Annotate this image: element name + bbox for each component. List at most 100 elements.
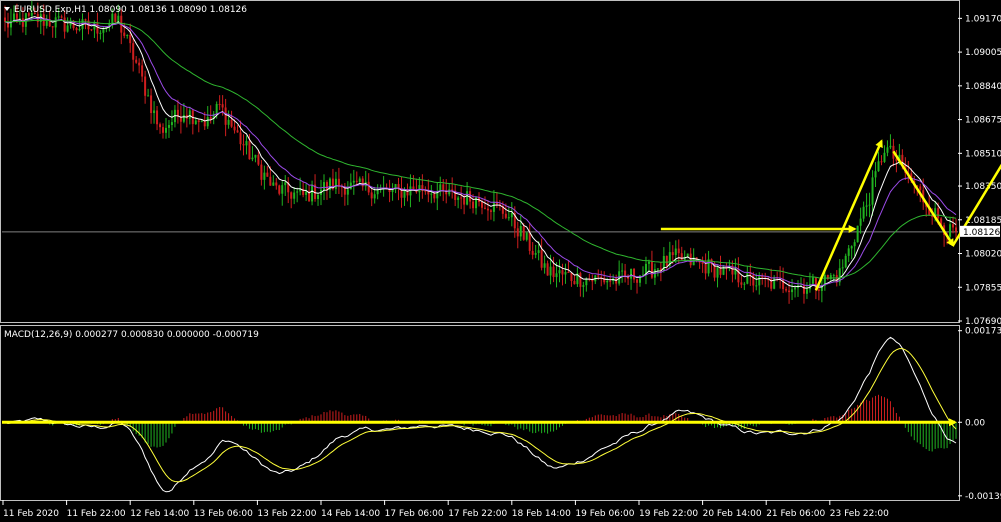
candle-body [290, 192, 293, 199]
candle-body [150, 95, 153, 114]
price-tick-label: 1.08350 [965, 182, 1001, 192]
candle-body [504, 213, 507, 218]
candle-body [785, 289, 788, 291]
candle-body [317, 194, 320, 199]
candle-body [483, 207, 486, 209]
candle-body [63, 17, 66, 32]
candle-body [117, 15, 120, 23]
candle-body [746, 271, 749, 284]
candle-body [582, 285, 585, 287]
candle-body [472, 201, 475, 209]
candle-body [671, 252, 674, 256]
candle-body [740, 282, 743, 285]
candle-body [847, 248, 850, 256]
candle-body [373, 194, 376, 199]
candle-body [221, 104, 224, 108]
candle-body [952, 224, 955, 228]
candle-body [782, 278, 785, 290]
candle-body [90, 29, 93, 31]
candle-body [242, 144, 245, 146]
candle-body [552, 266, 555, 278]
candle-body [325, 182, 328, 190]
candle-body [442, 184, 445, 191]
candle-body [889, 145, 892, 148]
candle-body [370, 192, 373, 199]
candle-body [209, 117, 212, 119]
candle-body [811, 277, 814, 284]
candle-body [883, 152, 886, 162]
candle-body [540, 250, 543, 268]
price-tick-label: 1.07690 [965, 317, 1001, 327]
candle-body [630, 268, 633, 279]
candle-body [60, 16, 63, 18]
price-tick-label: 1.08840 [965, 82, 1001, 92]
candle-body [606, 280, 609, 283]
current-price-tag: 1.08126 [960, 225, 1000, 238]
time-tick-label: 21 Feb 06:00 [766, 509, 825, 519]
candle-body [159, 124, 162, 128]
chart-title: EURUSD.Exp,H1 1.08090 1.08136 1.08090 1.… [14, 5, 247, 15]
candle-body [549, 266, 552, 276]
candle-body [21, 18, 24, 27]
candle-body [773, 277, 776, 289]
candle-body [937, 208, 940, 219]
candle-body [570, 272, 573, 282]
candle-body [349, 182, 352, 190]
candle-body [138, 62, 141, 66]
candle-body [531, 250, 534, 255]
candle-body [424, 190, 427, 192]
candle-body [162, 127, 165, 133]
candle-body [170, 122, 173, 125]
candle-body [430, 193, 433, 195]
time-tick-label: 23 Feb 22:00 [830, 509, 889, 519]
candle-body [358, 178, 361, 182]
candle-body [275, 182, 278, 186]
candle-body [355, 180, 358, 182]
candle-body [203, 121, 206, 127]
candle-body [334, 178, 337, 189]
candle-body [281, 185, 284, 194]
candle-body [791, 289, 794, 293]
candle-body [555, 273, 558, 278]
candle-body [543, 263, 546, 268]
candle-body [677, 248, 680, 254]
candle-body [636, 279, 639, 283]
candle-body [284, 182, 287, 186]
candle-body [805, 289, 808, 294]
candle-body [481, 201, 483, 208]
candle-body [206, 117, 209, 127]
macd-title: MACD(12,26,9) 0.000277 0.000830 0.000000… [4, 330, 259, 340]
candle-body [266, 172, 269, 177]
candle-body [305, 191, 308, 195]
candle-body [528, 232, 531, 251]
candle-body [832, 275, 835, 277]
candle-body [239, 132, 242, 145]
candle-body [466, 191, 469, 205]
candle-body [525, 232, 528, 240]
candle-body [182, 114, 185, 122]
candle-body [167, 124, 170, 128]
candle-body [311, 184, 314, 202]
candle-body [84, 19, 87, 21]
candle-body [215, 103, 218, 114]
candle-body [656, 268, 659, 270]
candle-body [597, 275, 600, 277]
candle-body [188, 110, 191, 119]
candle-body [674, 248, 677, 256]
candle-body [558, 270, 561, 274]
time-tick-label: 12 Feb 14:00 [130, 509, 189, 519]
time-tick-label: 11 Feb 2020 [3, 509, 59, 519]
candle-body [874, 171, 877, 178]
candle-body [153, 110, 156, 114]
candle-body [853, 242, 856, 247]
time-tick-label: 11 Feb 22:00 [67, 509, 126, 519]
candle-body [164, 127, 167, 133]
candle-body [665, 256, 668, 266]
candle-body [743, 283, 746, 285]
candle-body [144, 76, 147, 96]
candle-body [650, 261, 653, 278]
candle-body [248, 141, 251, 160]
candle-body [621, 270, 624, 272]
candle-body [18, 18, 21, 20]
candle-body [856, 225, 859, 243]
